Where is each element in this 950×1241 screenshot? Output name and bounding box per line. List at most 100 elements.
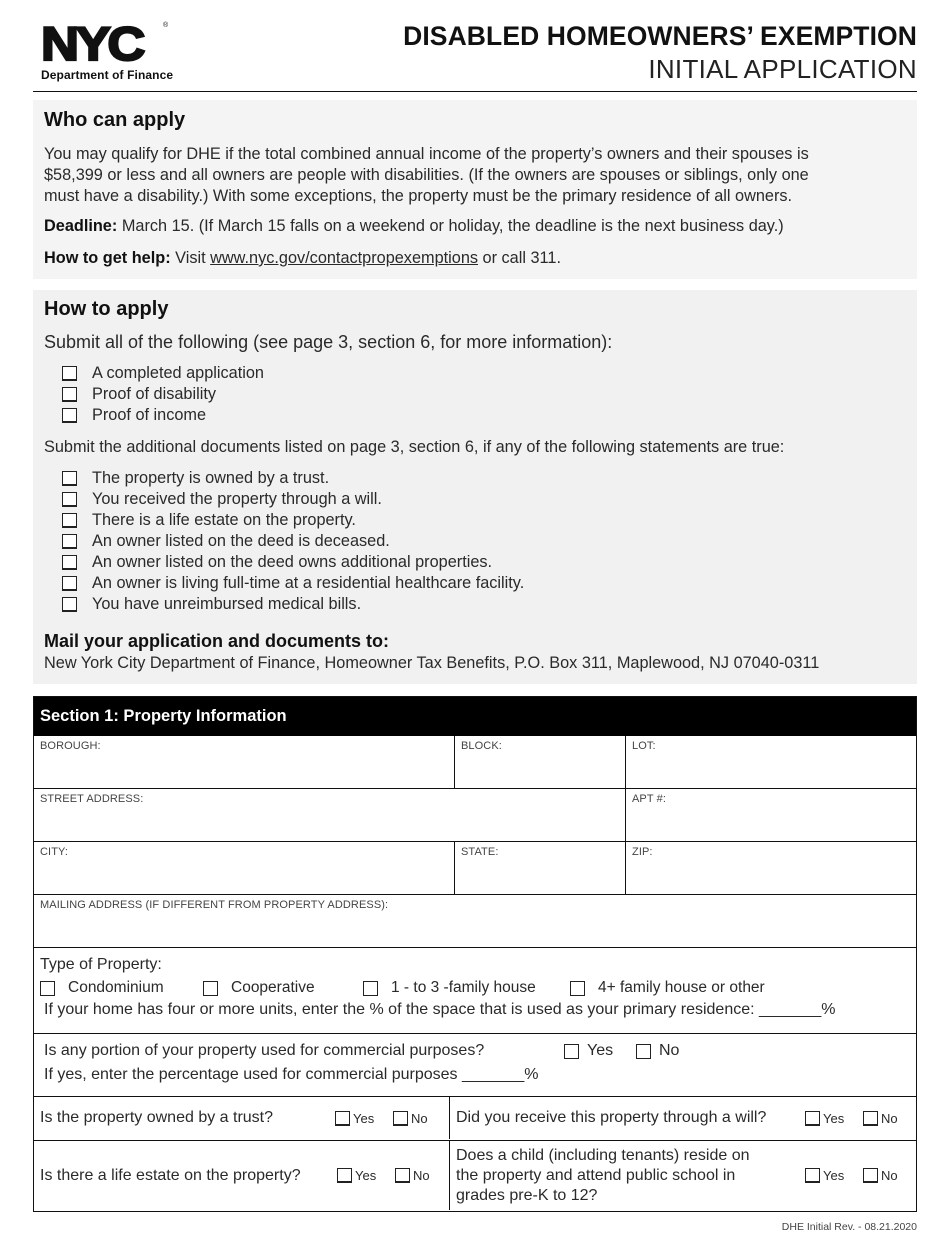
type-of-property: Type of Property: Condominium Cooperativ…	[34, 948, 916, 1033]
zip-field[interactable]: ZIP:	[625, 842, 916, 894]
form-row: MAILING ADDRESS (IF DIFFERENT FROM PROPE…	[34, 894, 916, 947]
mailing-address-field[interactable]: MAILING ADDRESS (IF DIFFERENT FROM PROPE…	[34, 895, 916, 947]
additional-item[interactable]: There is a life estate on the property.	[62, 510, 524, 531]
additional-item[interactable]: An owner is living full-time at a reside…	[62, 573, 524, 594]
help-label: How to get help:	[44, 249, 171, 267]
who-can-apply-box: Who can apply You may qualify for DHE if…	[33, 100, 917, 279]
additional-item[interactable]: You received the property through a will…	[62, 489, 524, 510]
checkbox[interactable]	[62, 576, 77, 591]
question-text: Is there a life estate on the property?	[40, 1166, 301, 1184]
logo-department: Department of Finance	[41, 68, 174, 82]
block-field[interactable]: BLOCK:	[454, 736, 625, 788]
additional-item-label: You have unreimbursed medical bills.	[92, 595, 362, 613]
eligibility-line: must have a disability.) With some excep…	[44, 187, 793, 205]
required-item-label: Proof of disability	[92, 385, 216, 403]
additional-item[interactable]: An owner listed on the deed owns additio…	[62, 552, 524, 573]
page-header: NYC ® Department of Finance DISABLED HOM…	[33, 18, 917, 92]
checkbox[interactable]	[62, 513, 77, 528]
type-of-property-label: Type of Property:	[40, 956, 162, 973]
checkbox[interactable]	[62, 534, 77, 549]
no-label: No	[881, 1110, 898, 1126]
checkbox-yes[interactable]	[805, 1168, 820, 1183]
revision-footer: DHE Initial Rev. - 08.21.2020	[781, 1221, 917, 1233]
checkbox-yes[interactable]	[337, 1168, 352, 1183]
trust-question: Is the property owned by a trust? Yes No	[34, 1097, 449, 1139]
question-line: grades pre-K to 12?	[456, 1186, 598, 1204]
section1-title: Section 1: Property Information	[34, 697, 916, 736]
checkbox[interactable]	[636, 1043, 651, 1059]
required-item[interactable]: Proof of disability	[62, 384, 264, 405]
form-row: BOROUGH: BLOCK: LOT:	[34, 736, 916, 788]
checkbox[interactable]	[62, 471, 77, 486]
checkbox[interactable]	[62, 408, 77, 423]
additional-item-label: An owner listed on the deed owns additio…	[92, 553, 493, 571]
type-of-property-options: Condominium Cooperative 1 - to 3 -family…	[40, 979, 910, 997]
checkbox[interactable]	[62, 555, 77, 570]
additional-item-label: The property is owned by a trust.	[92, 469, 330, 487]
checkbox[interactable]	[570, 980, 585, 996]
checkbox[interactable]	[62, 366, 77, 381]
additional-item[interactable]: The property is owned by a trust.	[62, 468, 524, 489]
city-field[interactable]: CITY:	[34, 842, 454, 894]
will-question: Did you receive this property through a …	[449, 1097, 916, 1139]
how-to-apply-intro: Submit all of the following (see page 3,…	[44, 332, 613, 352]
commercial-percent[interactable]: If yes, enter the percentage used for co…	[44, 1066, 906, 1084]
checkbox-no[interactable]	[395, 1168, 410, 1183]
option-4-plus-family[interactable]: 4+ family house or other	[570, 979, 765, 997]
form-row: Is the property owned by a trust? Yes No…	[34, 1096, 916, 1140]
mailing-address-label: MAILING ADDRESS (IF DIFFERENT FROM PROPE…	[40, 899, 389, 911]
block-label: BLOCK:	[461, 740, 502, 752]
form-row: Is any portion of your property used for…	[34, 1033, 916, 1096]
form-row: Is there a life estate on the property? …	[34, 1140, 916, 1211]
additional-item[interactable]: An owner listed on the deed is deceased.	[62, 531, 524, 552]
deadline-text: Deadline: March 15. (If March 15 falls o…	[44, 216, 784, 237]
how-to-apply-heading: How to apply	[44, 298, 169, 320]
checkbox-no[interactable]	[393, 1110, 408, 1126]
apt-label: APT #:	[632, 793, 667, 805]
option-cooperative[interactable]: Cooperative	[203, 979, 363, 997]
checkbox-no[interactable]	[863, 1168, 878, 1183]
additional-item-label: There is a life estate on the property.	[92, 511, 356, 529]
checkbox[interactable]	[62, 387, 77, 402]
required-item[interactable]: Proof of income	[62, 405, 264, 426]
checkbox-yes[interactable]	[805, 1110, 820, 1126]
additional-item[interactable]: You have unreimbursed medical bills.	[62, 594, 524, 615]
checkbox[interactable]	[363, 980, 378, 996]
question-line: the property and attend public school in	[456, 1166, 736, 1184]
checkbox[interactable]	[203, 980, 218, 996]
lot-field[interactable]: LOT:	[625, 736, 916, 788]
apt-field[interactable]: APT #:	[625, 789, 916, 841]
state-field[interactable]: STATE:	[454, 842, 625, 894]
question-text: Did you receive this property through a …	[456, 1109, 767, 1126]
option-1-3-family[interactable]: 1 - to 3 -family house	[363, 979, 570, 997]
required-item-label: A completed application	[92, 364, 264, 382]
eligibility-text: You may qualify for DHE if the total com…	[44, 144, 809, 207]
no-label: No	[659, 1042, 680, 1059]
street-address-field[interactable]: STREET ADDRESS:	[34, 789, 625, 841]
form-subtitle: INITIAL APPLICATION	[648, 54, 917, 84]
required-item[interactable]: A completed application	[62, 363, 264, 384]
registered-mark: ®	[163, 22, 169, 29]
child-school-question: Does a child (including tenants) reside …	[449, 1141, 916, 1210]
commercial-question-line: Is any portion of your property used for…	[44, 1042, 906, 1060]
help-link[interactable]: www.nyc.gov/contactpropexemptions	[210, 249, 478, 267]
commercial-no[interactable]: No	[636, 1042, 679, 1060]
commercial-yes[interactable]: Yes	[564, 1042, 636, 1060]
option-label: 1 - to 3 -family house	[391, 979, 536, 996]
checkbox-yes[interactable]	[335, 1110, 350, 1126]
how-to-apply-box: How to apply Submit all of the following…	[33, 290, 917, 684]
zip-label: ZIP:	[632, 846, 653, 858]
checkbox[interactable]	[62, 597, 77, 612]
borough-field[interactable]: BOROUGH:	[34, 736, 454, 788]
primary-residence-percent[interactable]: If your home has four or more units, ent…	[40, 1001, 910, 1019]
checkbox-no[interactable]	[863, 1110, 878, 1126]
deadline-label: Deadline:	[44, 217, 118, 235]
eligibility-line: You may qualify for DHE if the total com…	[44, 145, 809, 163]
commercial-question: Is any portion of your property used for…	[44, 1042, 485, 1059]
deadline-value: March 15. (If March 15 falls on a weeken…	[117, 217, 784, 235]
checkbox[interactable]	[40, 980, 55, 996]
logo-nyc-wordmark: NYC	[40, 17, 147, 70]
option-condominium[interactable]: Condominium	[40, 979, 203, 997]
checkbox[interactable]	[564, 1043, 579, 1059]
checkbox[interactable]	[62, 492, 77, 507]
